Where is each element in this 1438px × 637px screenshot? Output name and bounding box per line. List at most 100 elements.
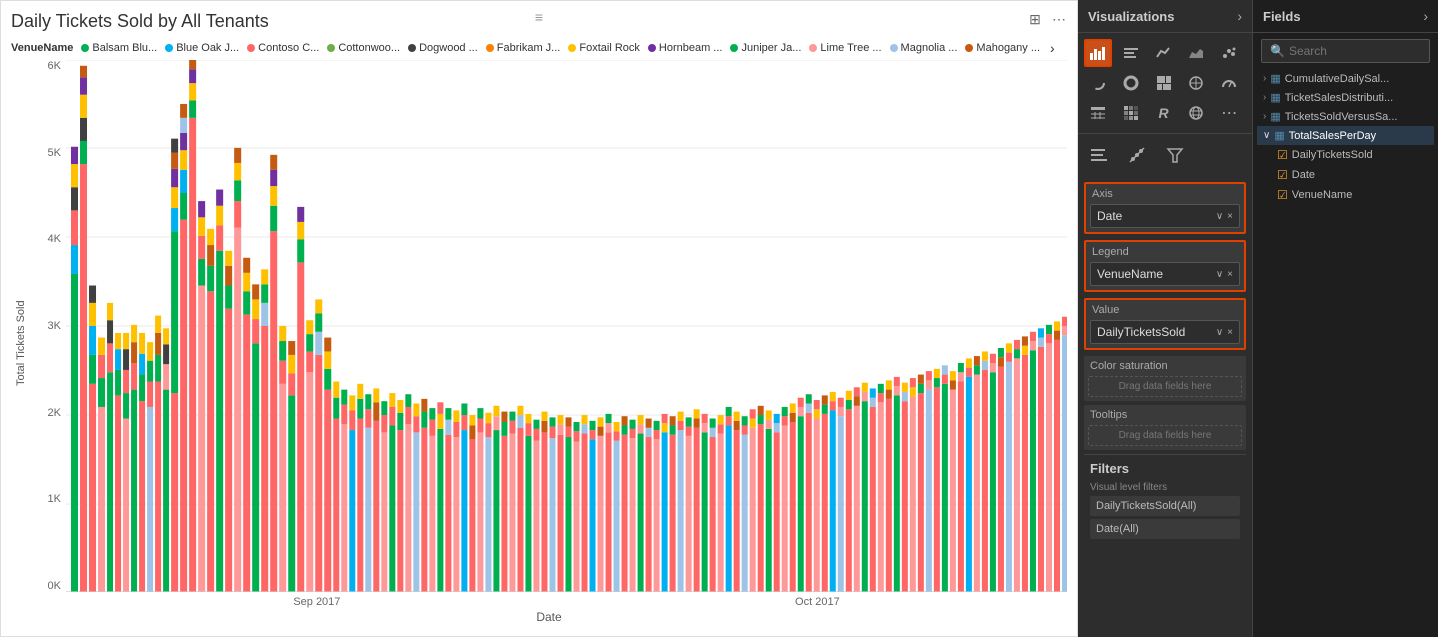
more-button[interactable]: ⋯	[1049, 9, 1069, 29]
value-dropdown[interactable]: DailyTicketsSold ∨ ×	[1090, 320, 1240, 344]
legend-dot-10	[890, 44, 898, 52]
total-sales-table-icon: ▦	[1274, 129, 1284, 142]
venue-name-check: ☑	[1277, 188, 1288, 202]
chart-inner: 6K 5K 4K 3K 2K 1K 0K	[31, 60, 1067, 626]
field-item-total-sales[interactable]: ∨ ▦ TotalSalesPerDay	[1257, 126, 1434, 145]
search-input[interactable]	[1289, 44, 1421, 58]
y-axis-ticks: 6K 5K 4K 3K 2K 1K 0K	[31, 60, 66, 592]
search-icon: 🔍	[1270, 44, 1285, 58]
axis-dropdown-arrow[interactable]: ∨	[1216, 211, 1223, 222]
filter-item-1[interactable]: DailyTicketsSold(All)	[1090, 496, 1240, 516]
viz-icon-more[interactable]: ⋯	[1215, 99, 1243, 127]
y-tick-0k: 0K	[31, 580, 61, 592]
y-tick-3k: 3K	[31, 320, 61, 332]
axis-close-btn[interactable]: ×	[1227, 211, 1233, 222]
viz-icon-map[interactable]	[1182, 69, 1210, 97]
legend-item-5: Fabrikam J...	[486, 42, 561, 54]
fields-title: Fields	[1263, 9, 1301, 24]
legend-dropdown-arrow[interactable]: ∨	[1216, 269, 1223, 280]
tooltips-placeholder[interactable]: Drag data fields here	[1088, 425, 1242, 446]
legend-dot-1	[165, 44, 173, 52]
viz-icon-donut[interactable]	[1117, 69, 1145, 97]
legend-close-btn[interactable]: ×	[1227, 269, 1233, 280]
legend-dot-8	[730, 44, 738, 52]
axis-controls: ∨ ×	[1216, 211, 1233, 222]
x-axis-title: Date	[31, 608, 1067, 626]
value-label: Value	[1090, 304, 1240, 316]
legend-text-11: Mahogany ...	[976, 42, 1040, 54]
date-check: ☑	[1277, 168, 1288, 182]
chart-plot: 6K 5K 4K 3K 2K 1K 0K	[31, 60, 1067, 592]
viz-icon-bar[interactable]	[1117, 39, 1145, 67]
legend-dot-0	[81, 44, 89, 52]
search-box[interactable]: 🔍	[1261, 39, 1430, 63]
drag-handle[interactable]: ≡	[535, 9, 543, 25]
viz-expand-arrow[interactable]: ›	[1237, 8, 1242, 24]
tickets-vs-label: TicketsSoldVersusSa...	[1285, 111, 1398, 123]
value-section: Value DailyTicketsSold ∨ ×	[1084, 298, 1246, 350]
value-dropdown-arrow[interactable]: ∨	[1216, 327, 1223, 338]
field-sub-venue-name[interactable]: ☑ VenueName	[1257, 185, 1434, 205]
legend-item-4: Dogwood ...	[408, 42, 478, 54]
y-tick-1k: 1K	[31, 493, 61, 505]
viz-icon-table[interactable]	[1084, 99, 1112, 127]
cumulative-label: CumulativeDailySal...	[1285, 73, 1390, 85]
viz-analytics-icon[interactable]	[1122, 140, 1152, 170]
right-panel: Visualizations ›	[1078, 0, 1438, 637]
viz-icon-scatter[interactable]	[1215, 39, 1243, 67]
viz-panel-title: Visualizations	[1088, 9, 1174, 24]
legend-item-8: Juniper Ja...	[730, 42, 801, 54]
viz-icon-r[interactable]: R	[1150, 99, 1178, 127]
viz-icon-treemap[interactable]	[1150, 69, 1178, 97]
filters-section: Filters Visual level filters DailyTicket…	[1084, 454, 1246, 548]
chart-container: Total Tickets Sold 6K 5K 4K 3K 2K 1K 0K	[11, 60, 1067, 626]
legend-text-2: Contoso C...	[258, 42, 319, 54]
field-item-ticket-dist[interactable]: › ▦ TicketSalesDistributi...	[1257, 88, 1434, 107]
legend-text-3: Cottonwoo...	[338, 42, 400, 54]
filter-item-2[interactable]: Date(All)	[1090, 519, 1240, 539]
fields-header: Fields ›	[1253, 0, 1438, 33]
expand-button[interactable]: ⊞	[1025, 9, 1045, 29]
legend-text-8: Juniper Ja...	[741, 42, 801, 54]
ticket-dist-label: TicketSalesDistributi...	[1285, 92, 1393, 104]
legend-more-button[interactable]: ›	[1048, 40, 1057, 56]
viz-icon-line[interactable]	[1150, 39, 1178, 67]
legend-item-0: Balsam Blu...	[81, 42, 157, 54]
legend-dot-3	[327, 44, 335, 52]
value-close-btn[interactable]: ×	[1227, 327, 1233, 338]
legend-dot-9	[809, 44, 817, 52]
axis-section: Axis Date ∨ ×	[1084, 182, 1246, 234]
viz-icon-pie[interactable]	[1084, 69, 1112, 97]
axis-dropdown[interactable]: Date ∨ ×	[1090, 204, 1240, 228]
cumulative-expand[interactable]: ›	[1263, 73, 1266, 84]
y-axis-label: Total Tickets Sold	[11, 60, 31, 626]
viz-icon-area[interactable]	[1182, 39, 1210, 67]
field-sub-date[interactable]: ☑ Date	[1257, 165, 1434, 185]
viz-icon-stacked-bar[interactable]	[1084, 39, 1112, 67]
legend-text-9: Lime Tree ...	[820, 42, 881, 54]
field-item-cumulative[interactable]: › ▦ CumulativeDailySal...	[1257, 69, 1434, 88]
tickets-vs-expand[interactable]: ›	[1263, 111, 1266, 122]
viz-panel: Visualizations ›	[1078, 0, 1253, 637]
viz-format-icon[interactable]	[1084, 140, 1114, 170]
legend-item-7: Hornbeam ...	[648, 42, 723, 54]
legend-item-3: Cottonwoo...	[327, 42, 400, 54]
field-item-tickets-vs[interactable]: › ▦ TicketsSoldVersusSa...	[1257, 107, 1434, 126]
legend-dot-4	[408, 44, 416, 52]
legend-section: Legend VenueName ∨ ×	[1084, 240, 1246, 292]
x-label-oct: Oct 2017	[795, 596, 840, 608]
total-sales-expand[interactable]: ∨	[1263, 130, 1270, 141]
field-sub-daily-tickets[interactable]: ☑ DailyTicketsSold	[1257, 145, 1434, 165]
legend-dot-11	[965, 44, 973, 52]
viz-icon-gauge[interactable]	[1215, 69, 1243, 97]
viz-icon-globe[interactable]	[1182, 99, 1210, 127]
ticket-dist-expand[interactable]: ›	[1263, 92, 1266, 103]
legend-dot-2	[247, 44, 255, 52]
viz-icon-matrix[interactable]	[1117, 99, 1145, 127]
chart-svg	[66, 60, 1067, 592]
viz-filter-icon[interactable]	[1160, 140, 1190, 170]
legend-dropdown[interactable]: VenueName ∨ ×	[1090, 262, 1240, 286]
fields-expand-arrow[interactable]: ›	[1423, 8, 1428, 24]
field-group: › ▦ CumulativeDailySal... › ▦ TicketSale…	[1253, 69, 1438, 205]
color-saturation-placeholder[interactable]: Drag data fields here	[1088, 376, 1242, 397]
